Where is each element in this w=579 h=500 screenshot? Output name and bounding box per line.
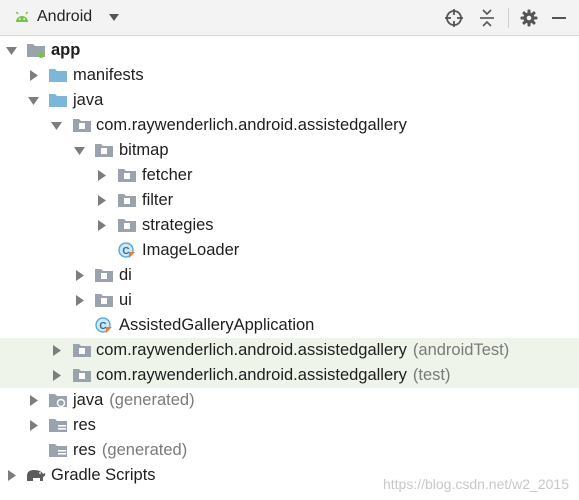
tree-item-label: com.raywenderlich.android.assistedgaller… bbox=[96, 116, 407, 134]
toolbar-separator bbox=[508, 8, 509, 28]
kotlin-class-icon: C bbox=[118, 242, 135, 258]
tree-item-label: Gradle Scripts bbox=[51, 466, 156, 484]
tree-item-label: java (generated) bbox=[73, 391, 195, 409]
tree-item-label: ui bbox=[119, 291, 132, 309]
expand-arrow-down-icon[interactable] bbox=[74, 145, 85, 156]
tree-item-label: di bbox=[119, 266, 132, 284]
tree-item-filter[interactable]: filter bbox=[0, 188, 579, 213]
expand-arrow-right-icon[interactable] bbox=[74, 270, 85, 281]
tree-item-di[interactable]: di bbox=[0, 263, 579, 288]
expand-arrow-right-icon[interactable] bbox=[51, 345, 62, 356]
tree-item-label: java bbox=[73, 91, 104, 109]
expand-arrow-right-icon[interactable] bbox=[96, 195, 107, 206]
tree-item-java-generated[interactable]: java (generated) bbox=[0, 388, 579, 413]
expand-arrow-right-icon[interactable] bbox=[6, 470, 17, 481]
view-selector-label[interactable]: Android bbox=[37, 8, 92, 26]
tree-item-package-android-test[interactable]: com.raywenderlich.android.assistedgaller… bbox=[0, 338, 579, 363]
tree-item-label: com.raywenderlich.android.assistedgaller… bbox=[96, 341, 510, 359]
tree-item-strategies[interactable]: strategies bbox=[0, 213, 579, 238]
android-icon bbox=[15, 11, 29, 22]
package-icon bbox=[118, 217, 136, 233]
tree-item-app-class[interactable]: C AssistedGalleryApplication bbox=[0, 313, 579, 338]
tree-item-label: ImageLoader bbox=[142, 241, 240, 259]
tree-item-label: filter bbox=[142, 191, 174, 209]
tree-item-java[interactable]: java bbox=[0, 88, 579, 113]
expand-arrow-right-icon[interactable] bbox=[96, 170, 107, 181]
tree-item-bitmap[interactable]: bitmap bbox=[0, 138, 579, 163]
expand-arrow-down-icon[interactable] bbox=[6, 45, 17, 56]
svg-text:C: C bbox=[99, 321, 106, 332]
folder-icon bbox=[49, 67, 67, 83]
tree-item-label: strategies bbox=[142, 216, 214, 234]
tree-item-label: bitmap bbox=[119, 141, 169, 159]
tree-item-label: AssistedGalleryApplication bbox=[119, 316, 315, 334]
expand-arrow-right-icon[interactable] bbox=[51, 370, 62, 381]
package-icon bbox=[118, 167, 136, 183]
gradle-elephant-icon bbox=[27, 470, 46, 481]
svg-text:C: C bbox=[122, 246, 129, 257]
tree-item-package-main[interactable]: com.raywenderlich.android.assistedgaller… bbox=[0, 113, 579, 138]
tree-item-label: res (generated) bbox=[73, 441, 188, 459]
tree-item-label: fetcher bbox=[142, 166, 193, 184]
tree-item-label: com.raywenderlich.android.assistedgaller… bbox=[96, 366, 451, 384]
expand-arrow-right-icon[interactable] bbox=[28, 420, 39, 431]
expand-arrow-right-icon[interactable] bbox=[96, 220, 107, 231]
tree-item-manifests[interactable]: manifests bbox=[0, 63, 579, 88]
gear-icon[interactable] bbox=[519, 8, 539, 28]
project-toolbar: Android bbox=[0, 0, 579, 36]
expand-arrow-right-icon[interactable] bbox=[74, 295, 85, 306]
module-folder-icon bbox=[27, 42, 45, 58]
tree-item-suffix: (androidTest) bbox=[412, 341, 510, 359]
tree-item-res-generated[interactable]: res (generated) bbox=[0, 438, 579, 463]
minimize-icon[interactable] bbox=[549, 8, 569, 28]
expand-arrow-right-icon[interactable] bbox=[28, 70, 39, 81]
watermark: https://blog.csdn.net/w2_2015 bbox=[382, 476, 569, 492]
tree-item-label: res bbox=[73, 416, 96, 434]
folder-icon bbox=[49, 92, 67, 108]
tree-item-label: app bbox=[51, 41, 81, 59]
package-icon bbox=[95, 142, 113, 158]
tree-item-ui[interactable]: ui bbox=[0, 288, 579, 313]
dropdown-icon[interactable] bbox=[108, 13, 120, 23]
collapse-all-icon[interactable] bbox=[477, 8, 497, 28]
generated-folder-icon bbox=[49, 392, 67, 408]
tree-item-label: manifests bbox=[73, 66, 144, 84]
package-icon bbox=[73, 117, 91, 133]
tree-item-suffix: (test) bbox=[412, 366, 451, 384]
tree-item-fetcher[interactable]: fetcher bbox=[0, 163, 579, 188]
tree-item-suffix: (generated) bbox=[101, 441, 188, 459]
package-icon bbox=[118, 192, 136, 208]
tree-item-image-loader[interactable]: C ImageLoader bbox=[0, 238, 579, 263]
tree-item-res[interactable]: res bbox=[0, 413, 579, 438]
expand-arrow-down-icon[interactable] bbox=[28, 95, 39, 106]
resource-folder-icon bbox=[49, 442, 67, 458]
kotlin-class-icon: C bbox=[95, 317, 112, 333]
package-icon bbox=[95, 267, 113, 283]
package-icon bbox=[73, 367, 91, 383]
tree-item-app[interactable]: app bbox=[0, 38, 579, 63]
package-icon bbox=[95, 292, 113, 308]
package-icon bbox=[73, 342, 91, 358]
expand-arrow-right-icon[interactable] bbox=[28, 395, 39, 406]
locate-icon[interactable] bbox=[444, 8, 464, 28]
expand-arrow-down-icon[interactable] bbox=[51, 120, 62, 131]
resource-folder-icon bbox=[49, 417, 67, 433]
tree-item-package-test[interactable]: com.raywenderlich.android.assistedgaller… bbox=[0, 363, 579, 388]
tree-item-suffix: (generated) bbox=[109, 391, 195, 409]
